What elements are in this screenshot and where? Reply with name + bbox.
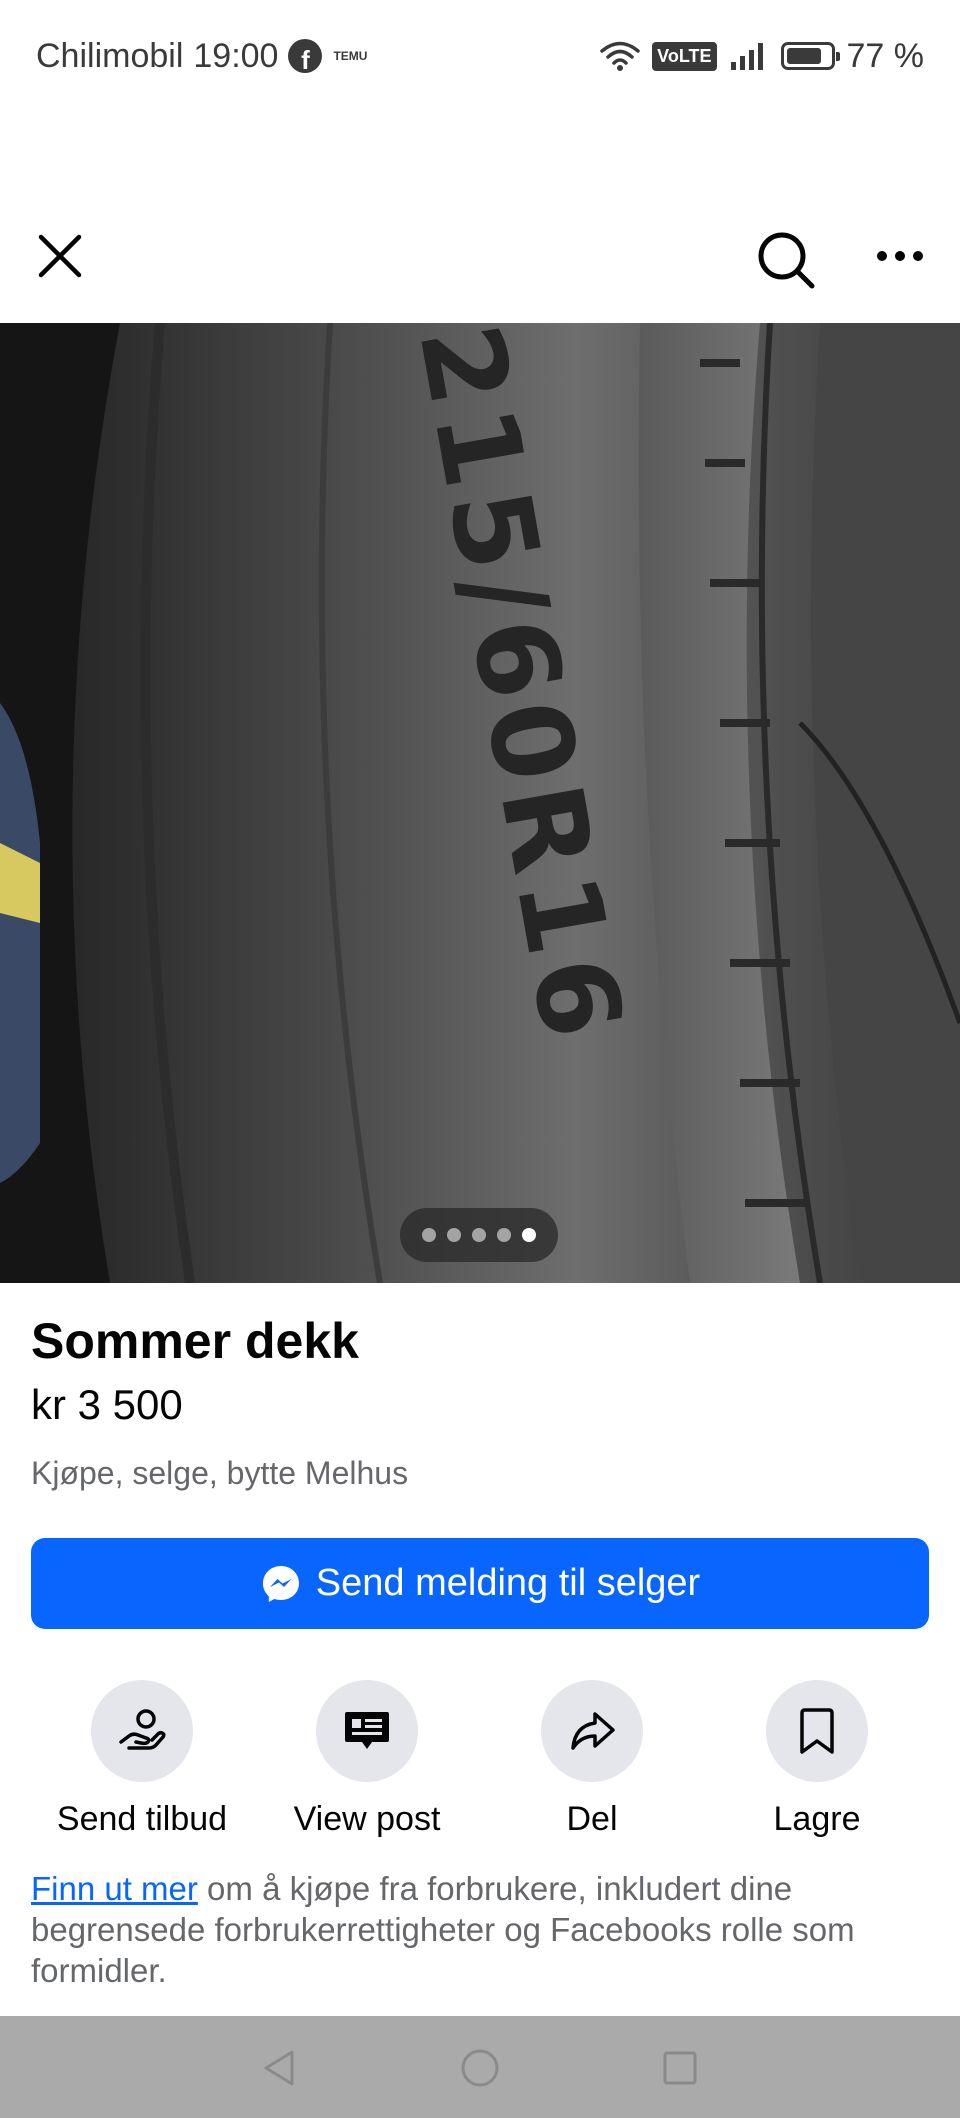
view-post-label: View post xyxy=(293,1800,441,1838)
recents-square-icon[interactable] xyxy=(658,2046,702,2090)
battery-percent: 77 % xyxy=(846,36,925,75)
messenger-icon xyxy=(262,1565,299,1602)
more-icon[interactable] xyxy=(872,228,928,284)
back-triangle-icon[interactable] xyxy=(258,2046,302,2090)
battery-icon xyxy=(780,42,840,70)
listing-title: Sommer dekk xyxy=(31,1313,359,1369)
search-icon[interactable] xyxy=(754,228,818,292)
battery-fill xyxy=(786,48,821,64)
share-label: Del xyxy=(566,1800,618,1838)
share-icon xyxy=(571,1712,615,1750)
home-circle-icon[interactable] xyxy=(458,2046,502,2090)
wifi-icon xyxy=(600,41,640,71)
send-offer-button[interactable]: Send tilbud xyxy=(42,1680,242,1839)
send-offer-label: Send tilbud xyxy=(56,1800,228,1838)
post-icon xyxy=(345,1712,389,1749)
status-right: VoLTE 77 % xyxy=(600,37,924,76)
status-left: Chilimobil 19:00 f TEMU xyxy=(36,37,368,76)
save-button[interactable]: Lagre xyxy=(717,1680,917,1839)
status-bar: Chilimobil 19:00 f TEMU VoLTE 77 % xyxy=(0,0,960,112)
signal-icon xyxy=(730,43,763,70)
consumer-disclaimer: Finn ut mer om å kjøpe fra forbrukere, i… xyxy=(31,1868,936,1991)
send-offer-circle[interactable] xyxy=(91,1680,193,1782)
system-nav-bar xyxy=(0,2016,960,2118)
temu-notification-icon: TEMU xyxy=(333,49,368,63)
share-circle[interactable] xyxy=(541,1680,643,1782)
offer-hand-icon xyxy=(119,1709,166,1750)
bookmark-icon xyxy=(800,1708,834,1754)
view-post-circle[interactable] xyxy=(316,1680,418,1782)
send-message-label: Send melding til selger xyxy=(315,1562,701,1604)
facebook-notification-icon: f xyxy=(288,39,323,73)
save-circle[interactable] xyxy=(766,1680,868,1782)
view-post-button[interactable]: View post xyxy=(267,1680,467,1839)
volte-badge: VoLTE xyxy=(652,41,717,71)
top-nav xyxy=(0,210,960,300)
share-button[interactable]: Del xyxy=(492,1680,692,1839)
learn-more-link[interactable]: Finn ut mer xyxy=(31,1870,198,1907)
close-icon[interactable] xyxy=(32,228,88,284)
action-row: Send tilbud View post Del Lagre xyxy=(0,1680,960,1840)
clock: 19:00 xyxy=(193,36,279,75)
tire-image: 215/60R16 xyxy=(0,323,960,1283)
listing-price: kr 3 500 xyxy=(31,1381,183,1428)
pager-dot-active[interactable] xyxy=(522,1228,536,1242)
listing-group[interactable]: Kjøpe, selge, bytte Melhus xyxy=(31,1455,408,1492)
photo-pager[interactable] xyxy=(400,1208,558,1262)
pager-dot[interactable] xyxy=(497,1228,511,1242)
carrier-name: Chilimobil xyxy=(36,36,184,75)
listing-photo[interactable]: 215/60R16 xyxy=(0,323,960,1283)
save-label: Lagre xyxy=(773,1800,861,1838)
pager-dot[interactable] xyxy=(422,1228,436,1242)
send-message-button[interactable]: Send melding til selger xyxy=(31,1538,929,1629)
pager-dot[interactable] xyxy=(472,1228,486,1242)
pager-dot[interactable] xyxy=(447,1228,461,1242)
